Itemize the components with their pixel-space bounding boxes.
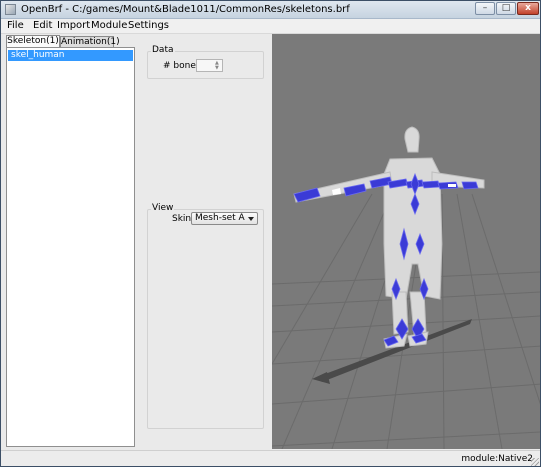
skeleton-list[interactable]: skel_human (6, 47, 135, 447)
menu-import[interactable]: Import (57, 20, 90, 32)
view-group-title: View (151, 203, 175, 213)
menu-bar: File Edit Import Module Settings (1, 19, 540, 34)
view-group (147, 209, 264, 429)
resize-grip-icon[interactable] (531, 458, 539, 466)
menu-file[interactable]: File (7, 20, 24, 32)
3d-viewport[interactable] (272, 34, 540, 449)
minimize-button[interactable]: – (475, 2, 495, 15)
spin-down-icon[interactable]: ▼ (215, 66, 221, 71)
data-group-title: Data (151, 45, 175, 55)
list-item[interactable]: skel_human (8, 50, 133, 61)
window-title: OpenBrf - C:/games/Mount&Blade1011/Commo… (21, 4, 350, 15)
openbrf-window: OpenBrf - C:/games/Mount&Blade1011/Commo… (0, 0, 541, 467)
title-bar[interactable]: OpenBrf - C:/games/Mount&Blade1011/Commo… (1, 1, 540, 19)
3d-scene (272, 126, 540, 449)
chevron-down-icon (248, 217, 254, 221)
shadow (312, 319, 472, 384)
skin-select-value: Mesh-set A (195, 213, 245, 223)
bones-spinbox[interactable]: ▲ ▼ (196, 59, 223, 72)
menu-settings[interactable]: Settings (128, 20, 169, 32)
maximize-button[interactable]: □ (496, 2, 516, 15)
menu-edit[interactable]: Edit (33, 20, 52, 32)
character-mesh (293, 126, 485, 349)
status-text: module:Native2 (461, 454, 533, 464)
menu-module[interactable]: Module (91, 20, 127, 32)
app-icon (5, 4, 16, 15)
list-item-label: skel_human (11, 50, 65, 60)
status-bar: module:Native2 (1, 450, 540, 466)
close-button[interactable]: x (517, 2, 539, 15)
skin-select[interactable]: Mesh-set A (191, 212, 258, 225)
